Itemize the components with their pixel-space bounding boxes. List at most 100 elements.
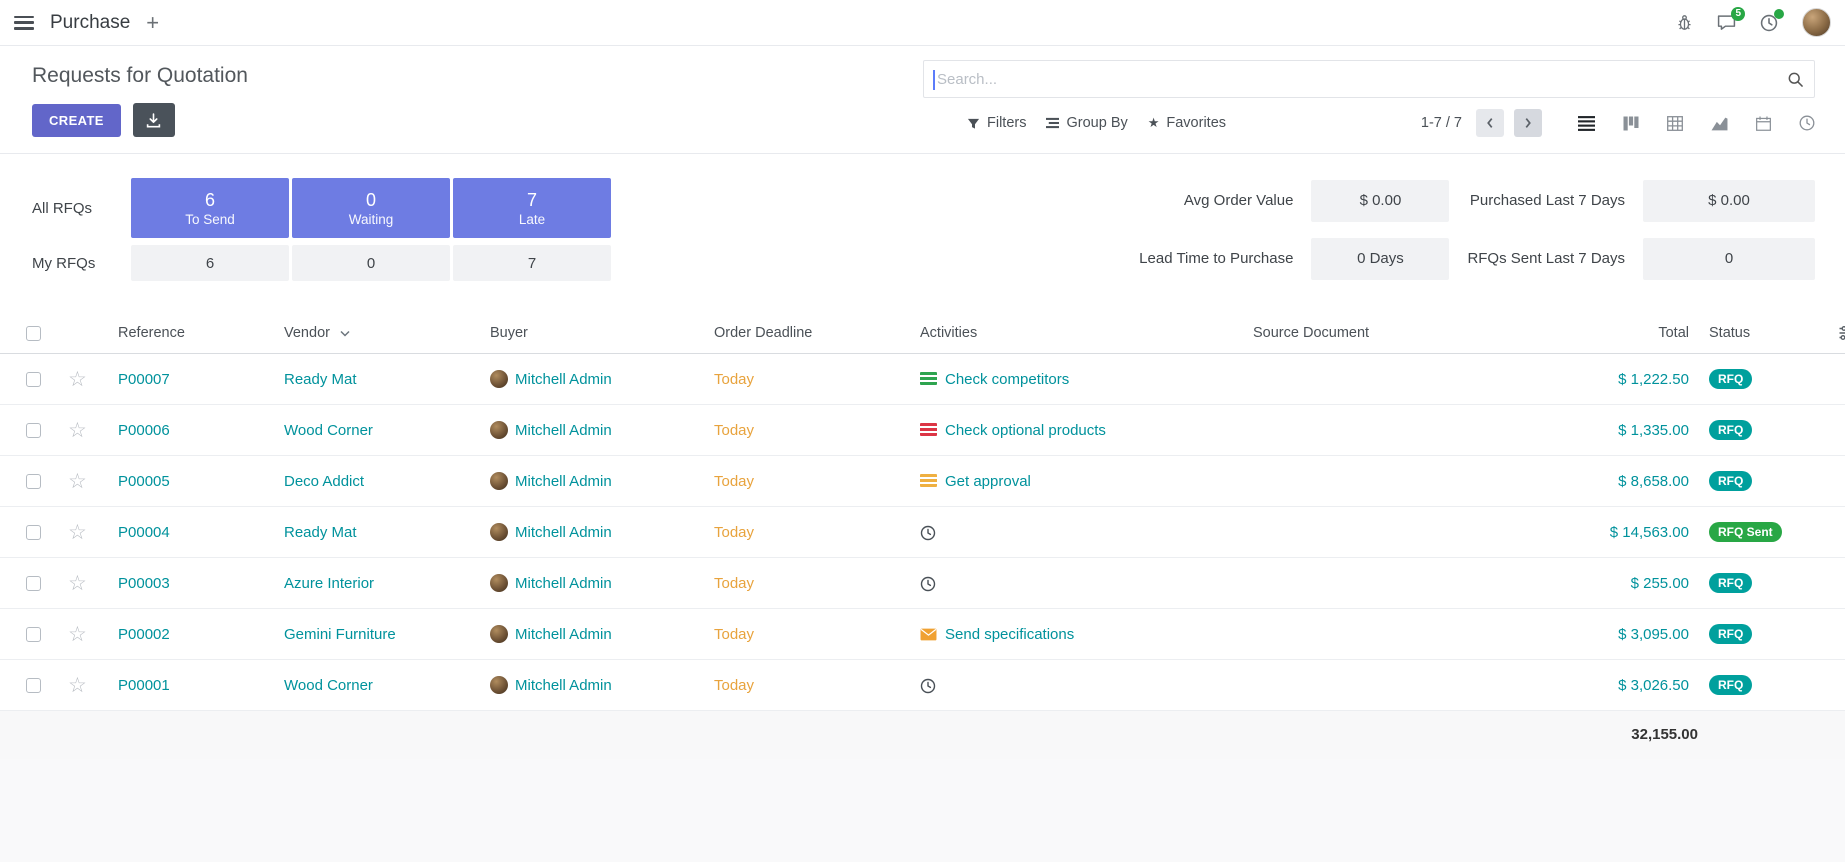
pager-previous-button[interactable]: [1476, 109, 1504, 137]
reference-link[interactable]: P00002: [118, 626, 170, 643]
header-order-deadline[interactable]: Order Deadline: [704, 313, 910, 354]
favorite-star-icon[interactable]: ☆: [68, 623, 87, 646]
group-by-button[interactable]: Group By: [1036, 109, 1137, 137]
status-badge: RFQ: [1709, 675, 1752, 695]
app-name[interactable]: Purchase: [50, 12, 130, 34]
vendor-link[interactable]: Gemini Furniture: [284, 626, 396, 643]
download-icon: [146, 113, 161, 128]
favorite-star-icon[interactable]: ☆: [68, 674, 87, 697]
activities-clock-icon[interactable]: [1760, 14, 1778, 32]
activity-label[interactable]: Get approval: [945, 473, 1031, 490]
row-checkbox[interactable]: [26, 627, 41, 642]
search-icon[interactable]: [1787, 71, 1804, 88]
vendor-link[interactable]: Ready Mat: [284, 524, 357, 541]
row-checkbox[interactable]: [26, 474, 41, 489]
row-checkbox[interactable]: [26, 576, 41, 591]
vendor-link[interactable]: Ready Mat: [284, 371, 357, 388]
row-checkbox[interactable]: [26, 372, 41, 387]
reference-link[interactable]: P00005: [118, 473, 170, 490]
user-avatar[interactable]: [1802, 8, 1831, 37]
my-waiting-tile[interactable]: 0: [292, 245, 450, 281]
activity-clock-icon[interactable]: [920, 678, 936, 694]
favorite-star-icon[interactable]: ☆: [68, 470, 87, 493]
activity-label[interactable]: Check optional products: [945, 422, 1106, 439]
table-row[interactable]: ☆ P00007 Ready Mat Mitchell Admin Today …: [0, 354, 1845, 405]
activity-list-icon[interactable]: [920, 474, 937, 487]
header-activities[interactable]: Activities: [910, 313, 1243, 354]
tile-to-send[interactable]: 6 To Send: [131, 178, 289, 238]
table-row[interactable]: ☆ P00004 Ready Mat Mitchell Admin Today …: [0, 507, 1845, 558]
pivot-view-icon[interactable]: [1667, 116, 1683, 131]
header-buyer[interactable]: Buyer: [480, 313, 704, 354]
vendor-link[interactable]: Deco Addict: [284, 473, 364, 490]
activity-clock-icon[interactable]: [920, 576, 936, 592]
table-row[interactable]: ☆ P00006 Wood Corner Mitchell Admin Toda…: [0, 405, 1845, 456]
activity-clock-icon[interactable]: [920, 525, 936, 541]
messages-icon[interactable]: 5: [1717, 14, 1736, 31]
activity-view-icon[interactable]: [1799, 115, 1815, 131]
buyer-link[interactable]: Mitchell Admin: [515, 371, 612, 388]
favorites-button[interactable]: ★ Favorites: [1138, 109, 1236, 137]
buyer-link[interactable]: Mitchell Admin: [515, 422, 612, 439]
activity-list-icon[interactable]: [920, 423, 937, 436]
tile-late[interactable]: 7 Late: [453, 178, 611, 238]
vendor-link[interactable]: Wood Corner: [284, 422, 373, 439]
buyer-link[interactable]: Mitchell Admin: [515, 524, 612, 541]
order-deadline-value: Today: [714, 575, 754, 592]
row-checkbox[interactable]: [26, 678, 41, 693]
reference-link[interactable]: P00003: [118, 575, 170, 592]
graph-view-icon[interactable]: [1711, 116, 1728, 131]
reference-link[interactable]: P00004: [118, 524, 170, 541]
apps-menu-icon[interactable]: [14, 16, 34, 30]
buyer-link[interactable]: Mitchell Admin: [515, 575, 612, 592]
vendor-link[interactable]: Azure Interior: [284, 575, 374, 592]
table-row[interactable]: ☆ P00005 Deco Addict Mitchell Admin Toda…: [0, 456, 1845, 507]
activity-label[interactable]: Check competitors: [945, 371, 1069, 388]
favorite-star-icon[interactable]: ☆: [68, 521, 87, 544]
plus-icon[interactable]: +: [146, 12, 159, 34]
reference-link[interactable]: P00006: [118, 422, 170, 439]
table-row[interactable]: ☆ P00001 Wood Corner Mitchell Admin Toda…: [0, 660, 1845, 711]
my-to-send-tile[interactable]: 6: [131, 245, 289, 281]
favorite-star-icon[interactable]: ☆: [68, 419, 87, 442]
header-reference[interactable]: Reference: [108, 313, 274, 354]
status-badge: RFQ: [1709, 420, 1752, 440]
tile-waiting[interactable]: 0 Waiting: [292, 178, 450, 238]
favorite-star-icon[interactable]: ☆: [68, 572, 87, 595]
view-switcher: [1578, 115, 1815, 131]
pager-next-button[interactable]: [1514, 109, 1542, 137]
activity-email-icon[interactable]: [920, 628, 937, 641]
debug-bug-icon[interactable]: [1676, 14, 1693, 31]
select-all-checkbox[interactable]: [26, 326, 41, 341]
reference-link[interactable]: P00001: [118, 677, 170, 694]
activity-label[interactable]: Send specifications: [945, 626, 1074, 643]
purchased-last-7-days: $ 0.00: [1643, 180, 1815, 222]
export-button[interactable]: [133, 103, 175, 137]
header-total[interactable]: Total: [1529, 313, 1699, 354]
row-checkbox[interactable]: [26, 423, 41, 438]
reference-link[interactable]: P00007: [118, 371, 170, 388]
rfq-list-view: Reference Vendor Buyer Order Deadline Ac…: [0, 313, 1845, 759]
create-button[interactable]: CREATE: [32, 104, 121, 137]
table-row[interactable]: ☆ P00003 Azure Interior Mitchell Admin T…: [0, 558, 1845, 609]
row-checkbox[interactable]: [26, 525, 41, 540]
buyer-link[interactable]: Mitchell Admin: [515, 626, 612, 643]
buyer-link[interactable]: Mitchell Admin: [515, 677, 612, 694]
my-late-tile[interactable]: 7: [453, 245, 611, 281]
buyer-link[interactable]: Mitchell Admin: [515, 473, 612, 490]
header-vendor[interactable]: Vendor: [274, 313, 480, 354]
buyer-avatar: [490, 676, 508, 694]
filters-button[interactable]: Filters: [957, 109, 1036, 137]
activity-list-icon[interactable]: [920, 372, 937, 385]
order-deadline-value: Today: [714, 524, 754, 541]
header-status[interactable]: Status: [1699, 313, 1829, 354]
table-row[interactable]: ☆ P00002 Gemini Furniture Mitchell Admin…: [0, 609, 1845, 660]
list-view-icon[interactable]: [1578, 116, 1595, 131]
header-source-document[interactable]: Source Document: [1243, 313, 1529, 354]
kanban-view-icon[interactable]: [1623, 116, 1639, 131]
vendor-link[interactable]: Wood Corner: [284, 677, 373, 694]
search-input[interactable]: [924, 61, 1787, 97]
buyer-avatar: [490, 574, 508, 592]
calendar-view-icon[interactable]: [1756, 116, 1771, 131]
favorite-star-icon[interactable]: ☆: [68, 368, 87, 391]
